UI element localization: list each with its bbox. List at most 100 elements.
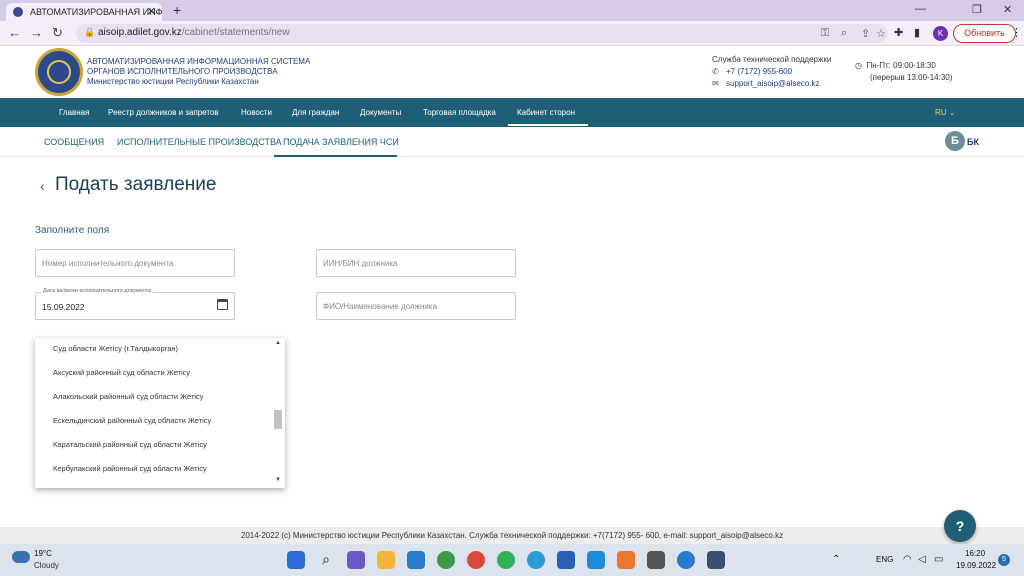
- browser-tab-title: АВТОМАТИЗИРОВАННАЯ ИНФОРМ...: [30, 7, 162, 17]
- volume-icon[interactable]: ◁: [918, 554, 926, 565]
- extensions-icon[interactable]: ✚: [894, 26, 903, 39]
- nav-item-documents[interactable]: Документы: [360, 108, 401, 117]
- scroll-down-icon[interactable]: ▼: [275, 477, 281, 483]
- search-icon[interactable]: ⌕: [317, 551, 335, 569]
- forward-arrow-icon[interactable]: →: [30, 25, 43, 40]
- calendar-icon[interactable]: [217, 299, 228, 310]
- update-button[interactable]: Обновить: [953, 24, 1016, 43]
- window-close-icon[interactable]: ✕: [1003, 3, 1012, 16]
- restore-icon[interactable]: ❐: [972, 3, 982, 16]
- edge-icon[interactable]: [587, 551, 605, 569]
- browser-tab-bar: АВТОМАТИЗИРОВАННАЯ ИНФОРМ... ✕ + — ❐ ✕: [0, 0, 1024, 21]
- page-title: Подать заявление: [55, 174, 217, 195]
- tab-close-icon[interactable]: ✕: [147, 5, 156, 18]
- input-language[interactable]: ENG: [876, 555, 893, 564]
- nav-item-home[interactable]: Главная: [59, 108, 89, 117]
- new-tab-button[interactable]: +: [173, 2, 181, 18]
- clock-time[interactable]: 16:20: [965, 549, 985, 558]
- zoom-icon[interactable]: ⌕: [841, 27, 847, 40]
- support-phone[interactable]: ✆ +7 (7172) 955-600: [712, 67, 792, 76]
- clock-icon: ◷: [855, 61, 862, 70]
- mail-app-icon[interactable]: [407, 551, 425, 569]
- mail-icon: ✉: [712, 79, 719, 88]
- tab-active-indicator: [274, 155, 397, 157]
- profile-avatar[interactable]: K: [933, 26, 948, 41]
- lock-icon[interactable]: 🔒: [84, 27, 95, 38]
- app-icon[interactable]: [707, 551, 725, 569]
- star-icon[interactable]: ☆: [876, 27, 886, 40]
- language-label: RU: [935, 108, 947, 117]
- nav-item-marketplace[interactable]: Торговая площадка: [423, 108, 496, 117]
- scrollbar-thumb[interactable]: [274, 410, 282, 429]
- chrome-icon[interactable]: [437, 551, 455, 569]
- hours-line2: (перерыв 13:00-14:30): [870, 73, 953, 82]
- telegram-icon[interactable]: [527, 551, 545, 569]
- reload-icon[interactable]: ↻: [52, 25, 63, 41]
- chrome-profile-icon[interactable]: [467, 551, 485, 569]
- nav-item-cabinet[interactable]: Кабинет сторон: [517, 108, 575, 117]
- sub-nav: СООБЩЕНИЯ ИСПОЛНИТЕЛЬНЫЕ ПРОИЗВОДСТВА ПО…: [0, 127, 1024, 157]
- ministry-emblem-icon[interactable]: [35, 48, 83, 96]
- help-button[interactable]: ?: [944, 510, 976, 542]
- chevron-left-icon[interactable]: ‹: [40, 178, 45, 194]
- nav-item-citizens[interactable]: Для граждан: [292, 108, 339, 117]
- list-item[interactable]: Аксуский районный суд области Жетісу: [53, 368, 190, 377]
- tab-submit-application[interactable]: ПОДАЧА ЗАЯВЛЕНИЯ ЧСИ: [283, 137, 399, 147]
- weather-temperature[interactable]: 19°C: [34, 549, 52, 558]
- site-footer: 2014-2022 (c) Министерство юстиции Респу…: [0, 527, 1024, 544]
- section-label: Заполните поля: [35, 225, 110, 236]
- cloud-icon[interactable]: [12, 551, 30, 563]
- nav-item-news[interactable]: Новости: [241, 108, 272, 117]
- menu-dots-icon[interactable]: ⋮: [1011, 26, 1022, 39]
- support-email[interactable]: ✉ support_aisoip@alseco.kz: [712, 79, 820, 88]
- chevron-down-icon: ⌄: [948, 108, 956, 117]
- list-item[interactable]: Каратальский районный суд области Жетісу: [53, 440, 207, 449]
- debtor-name-field[interactable]: ФИО/Наименование должника: [316, 292, 516, 320]
- support-phone-text: +7 (7172) 955-600: [726, 67, 793, 76]
- address-bar[interactable]: 🔒 aisoip.adilet.gov.kz/cabinet/statement…: [76, 24, 888, 43]
- doc-number-field[interactable]: Номер исполнительного документа: [35, 249, 235, 277]
- org-name-line3: Министерство юстиции Республики Казахста…: [87, 77, 259, 86]
- list-item[interactable]: Кербулакский районный суд области Жетісу: [53, 464, 207, 473]
- user-initials[interactable]: БК: [967, 137, 979, 147]
- settings-icon[interactable]: [647, 551, 665, 569]
- list-item[interactable]: Алакольский районный суд области Жетісу: [53, 392, 204, 401]
- file-explorer-icon[interactable]: [377, 551, 395, 569]
- app-icon[interactable]: [617, 551, 635, 569]
- list-item[interactable]: Суд области Жетісу (г.Талдыкорган): [53, 344, 178, 353]
- list-item[interactable]: Ескельдинский районный суд области Жетіс…: [53, 416, 211, 425]
- wifi-icon[interactable]: ◠: [903, 554, 912, 565]
- url-path: /cabinet/statements/new: [181, 27, 290, 38]
- avatar[interactable]: Б: [945, 131, 965, 151]
- scroll-up-icon[interactable]: ▲: [275, 340, 281, 346]
- windows-start-icon[interactable]: [287, 551, 305, 569]
- nav-item-registry[interactable]: Реестр должников и запретов: [108, 108, 219, 117]
- language-selector[interactable]: RU ⌄: [935, 108, 956, 117]
- whatsapp-icon[interactable]: [497, 551, 515, 569]
- phone-icon: ✆: [712, 67, 719, 76]
- word-icon[interactable]: [557, 551, 575, 569]
- weather-description[interactable]: Cloudy: [34, 561, 59, 570]
- court-dropdown-list[interactable]: Суд области Жетісу (г.Талдыкорган) Аксус…: [35, 338, 285, 488]
- notification-badge[interactable]: 5: [998, 554, 1010, 566]
- iin-field[interactable]: ИИН/БИН должника: [316, 249, 516, 277]
- issue-date-field[interactable]: Дата выписки исполнительного документа 1…: [35, 288, 235, 320]
- back-arrow-icon[interactable]: ←: [8, 25, 21, 40]
- issue-date-label: Дата выписки исполнительного документа: [41, 288, 154, 294]
- chat-app-icon[interactable]: [347, 551, 365, 569]
- tab-proceedings[interactable]: ИСПОЛНИТЕЛЬНЫЕ ПРОИЗВОДСТВА: [117, 137, 282, 147]
- sidebar-icon[interactable]: ▮: [914, 26, 920, 39]
- browser-tab[interactable]: АВТОМАТИЗИРОВАННАЯ ИНФОРМ... ✕: [6, 3, 162, 21]
- main-nav: Главная Реестр должников и запретов Ново…: [0, 98, 1024, 127]
- key-icon[interactable]: ⚿: [821, 27, 829, 40]
- battery-icon[interactable]: ▭: [934, 554, 943, 565]
- browser-toolbar: ← → ↻ 🔒 aisoip.adilet.gov.kz/cabinet/sta…: [0, 21, 1024, 46]
- share-icon[interactable]: ⇪: [861, 27, 870, 40]
- minimize-icon[interactable]: —: [915, 3, 926, 15]
- tab-messages[interactable]: СООБЩЕНИЯ: [44, 137, 104, 147]
- app-icon[interactable]: [677, 551, 695, 569]
- support-title: Служба технической поддержки: [712, 55, 832, 64]
- nav-active-indicator: [508, 124, 588, 126]
- chevron-up-icon[interactable]: ⌃: [832, 554, 840, 565]
- clock-date[interactable]: 19.09.2022: [956, 561, 996, 570]
